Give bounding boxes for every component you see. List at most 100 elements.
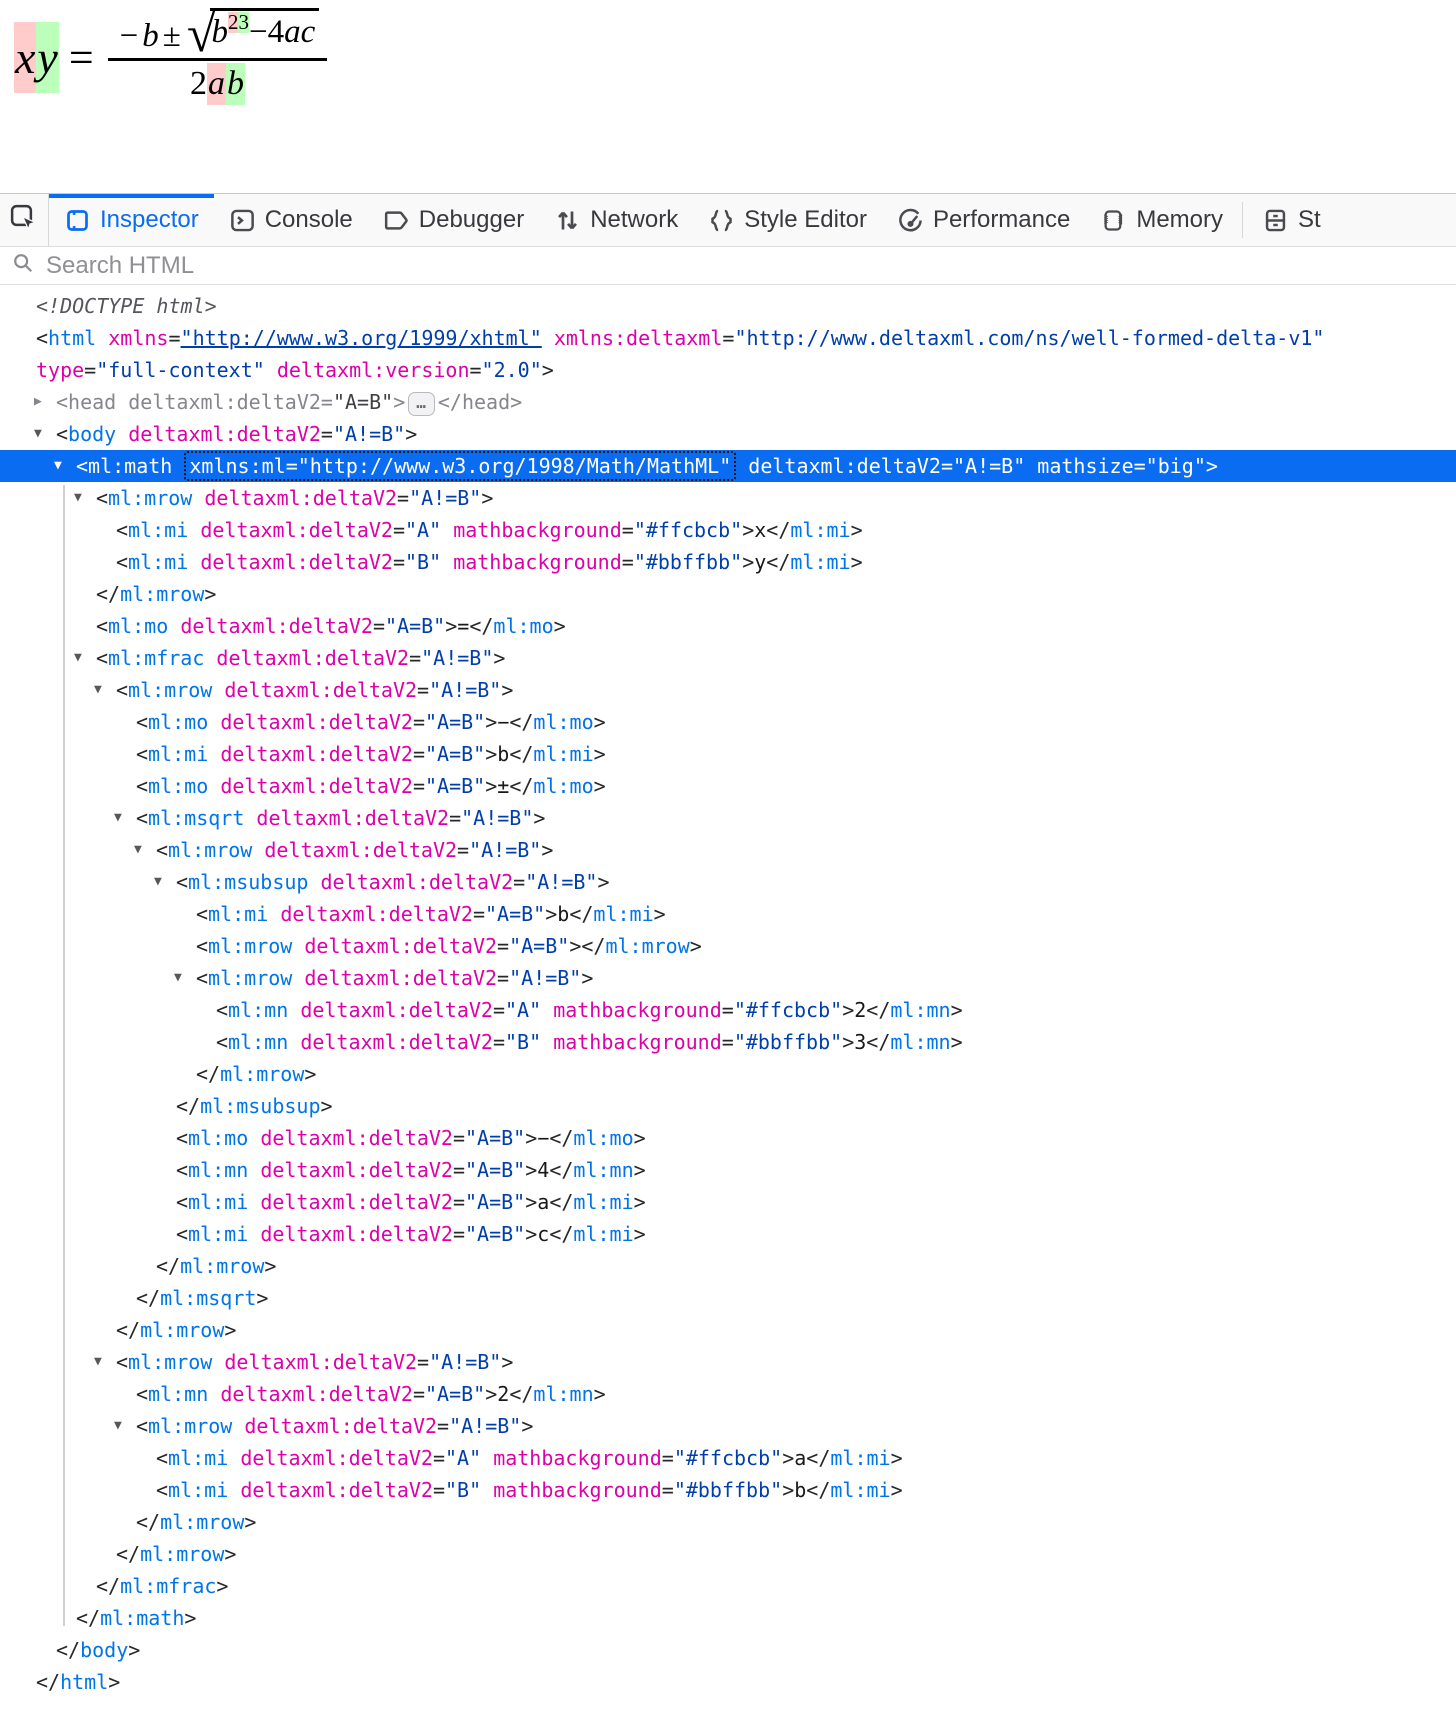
- markup-row[interactable]: </ml:msubsup>: [0, 1090, 1456, 1122]
- node-picker-button[interactable]: [0, 194, 49, 246]
- attribute[interactable]: deltaxml:deltaV2="A=B": [220, 1382, 485, 1406]
- attribute[interactable]: xmlns="http://www.w3.org/1999/xhtml": [108, 326, 542, 350]
- markup-row[interactable]: ▶<head deltaxml:deltaV2="A=B">…</head>: [0, 386, 1456, 418]
- tab-inspector[interactable]: Inspector: [49, 194, 214, 246]
- markup-row[interactable]: <ml:mn deltaxml:deltaV2="A=B">2</ml:mn>: [0, 1378, 1456, 1410]
- attribute[interactable]: deltaxml:deltaV2="A!=B": [321, 870, 598, 894]
- markup-row[interactable]: ▼<ml:mrow deltaxml:deltaV2="A!=B">: [0, 674, 1456, 706]
- markup-row[interactable]: <ml:mi deltaxml:deltaV2="B" mathbackgrou…: [0, 546, 1456, 578]
- markup-row[interactable]: ▼<body deltaxml:deltaV2="A!=B">: [0, 418, 1456, 450]
- tab-console[interactable]: Console: [214, 194, 368, 246]
- markup-row[interactable]: </ml:mrow>: [0, 1250, 1456, 1282]
- markup-row[interactable]: </ml:mrow>: [0, 1314, 1456, 1346]
- text-node[interactable]: −: [497, 710, 509, 734]
- attribute[interactable]: deltaxml:deltaV2="A=B": [260, 1190, 525, 1214]
- twisty-icon[interactable]: ▼: [174, 962, 196, 994]
- highlighted-attribute-box[interactable]: xmlns:ml="http://www.w3.org/1998/Math/Ma…: [184, 451, 736, 481]
- attribute[interactable]: deltaxml:version="2.0": [277, 358, 542, 382]
- markup-row[interactable]: </ml:mrow>: [0, 1538, 1456, 1570]
- text-node[interactable]: b: [557, 902, 569, 926]
- tab-storage[interactable]: St: [1247, 194, 1336, 246]
- markup-row[interactable]: ▼<ml:mrow deltaxml:deltaV2="A!=B">: [0, 482, 1456, 514]
- text-node[interactable]: −: [537, 1126, 549, 1150]
- markup-row[interactable]: ▼<ml:mrow deltaxml:deltaV2="A!=B">: [0, 1410, 1456, 1442]
- markup-row[interactable]: </ml:mfrac>: [0, 1570, 1456, 1602]
- markup-row[interactable]: <ml:mo deltaxml:deltaV2="A=B">−</ml:mo>: [0, 1122, 1456, 1154]
- markup-row[interactable]: </body>: [0, 1634, 1456, 1666]
- attribute[interactable]: deltaxml:deltaV2="A!=B": [128, 422, 405, 446]
- attribute[interactable]: deltaxml:deltaV2="A!=B": [304, 966, 581, 990]
- attribute[interactable]: deltaxml:deltaV2="A=B": [220, 774, 485, 798]
- text-node[interactable]: c: [537, 1222, 549, 1246]
- attribute[interactable]: deltaxml:deltaV2="A!=B": [748, 454, 1025, 478]
- markup-row[interactable]: <ml:mo deltaxml:deltaV2="A=B">=</ml:mo>: [0, 610, 1456, 642]
- tab-network[interactable]: Network: [539, 194, 693, 246]
- text-node[interactable]: 3: [854, 1030, 866, 1054]
- markup-row[interactable]: </ml:mrow>: [0, 578, 1456, 610]
- attribute[interactable]: deltaxml:deltaV2="A!=B": [224, 678, 501, 702]
- twisty-icon[interactable]: ▼: [54, 450, 76, 482]
- tab-memory[interactable]: Memory: [1085, 194, 1238, 246]
- twisty-icon[interactable]: ▼: [74, 482, 96, 514]
- twisty-icon[interactable]: ▼: [114, 1410, 136, 1442]
- twisty-icon[interactable]: ▼: [134, 834, 156, 866]
- text-node[interactable]: 2: [854, 998, 866, 1022]
- markup-row[interactable]: ▼<ml:mfrac deltaxml:deltaV2="A!=B">: [0, 642, 1456, 674]
- attribute[interactable]: deltaxml:deltaV2="A!=B": [216, 646, 493, 670]
- attribute[interactable]: type="full-context": [36, 358, 265, 382]
- attribute[interactable]: deltaxml:deltaV2="B": [240, 1478, 481, 1502]
- text-node[interactable]: 2: [497, 1382, 509, 1406]
- attribute[interactable]: deltaxml:deltaV2="A=B": [180, 614, 445, 638]
- markup-row[interactable]: </ml:mrow>: [0, 1058, 1456, 1090]
- text-node[interactable]: y: [754, 550, 766, 574]
- markup-row[interactable]: ▼<ml:mrow deltaxml:deltaV2="A!=B">: [0, 962, 1456, 994]
- attribute[interactable]: deltaxml:deltaV2="A=B": [280, 902, 545, 926]
- markup-row[interactable]: type="full-context" deltaxml:version="2.…: [0, 354, 1456, 386]
- attribute[interactable]: mathbackground="#bbffbb": [453, 550, 742, 574]
- tab-performance[interactable]: Performance: [882, 194, 1085, 246]
- markup-row[interactable]: <!DOCTYPE html>: [0, 290, 1456, 322]
- search-html-input[interactable]: [44, 251, 1444, 281]
- text-node[interactable]: a: [537, 1190, 549, 1214]
- markup-row[interactable]: ▼<ml:msqrt deltaxml:deltaV2="A!=B">: [0, 802, 1456, 834]
- attribute[interactable]: mathbackground="#bbffbb": [553, 1030, 842, 1054]
- text-node[interactable]: =: [457, 614, 469, 638]
- attribute[interactable]: xmlns:ml="http://www.w3.org/1998/Math/Ma…: [189, 454, 731, 478]
- twisty-icon[interactable]: ▼: [114, 802, 136, 834]
- attribute[interactable]: deltaxml:deltaV2="A": [300, 998, 541, 1022]
- markup-row[interactable]: <ml:mi deltaxml:deltaV2="A" mathbackgrou…: [0, 514, 1456, 546]
- markup-row[interactable]: <html xmlns="http://www.w3.org/1999/xhtm…: [0, 322, 1456, 354]
- twisty-icon[interactable]: ▼: [74, 642, 96, 674]
- markup-row[interactable]: <ml:mrow deltaxml:deltaV2="A=B"></ml:mro…: [0, 930, 1456, 962]
- attribute[interactable]: deltaxml:deltaV2="A!=B": [256, 806, 533, 830]
- attribute[interactable]: deltaxml:deltaV2="A=B": [220, 742, 485, 766]
- text-node[interactable]: b: [497, 742, 509, 766]
- markup-row[interactable]: </html>: [0, 1666, 1456, 1698]
- markup-row[interactable]: ▼<ml:mrow deltaxml:deltaV2="A!=B">: [0, 1346, 1456, 1378]
- markup-row[interactable]: <ml:mi deltaxml:deltaV2="A=B">b</ml:mi>: [0, 738, 1456, 770]
- attribute[interactable]: deltaxml:deltaV2="A!=B": [264, 838, 541, 862]
- collapsed-ellipsis-badge[interactable]: …: [408, 392, 435, 416]
- markup-row[interactable]: ▼<ml:mrow deltaxml:deltaV2="A!=B">: [0, 834, 1456, 866]
- markup-row[interactable]: </ml:mrow>: [0, 1506, 1456, 1538]
- markup-row[interactable]: <ml:mn deltaxml:deltaV2="A" mathbackgrou…: [0, 994, 1456, 1026]
- attribute[interactable]: deltaxml:deltaV2="A=B": [260, 1222, 525, 1246]
- text-node[interactable]: x: [754, 518, 766, 542]
- twisty-icon[interactable]: ▶: [34, 386, 56, 418]
- twisty-icon[interactable]: ▼: [34, 418, 56, 450]
- text-node[interactable]: 4: [537, 1158, 549, 1182]
- tab-style-editor[interactable]: Style Editor: [693, 194, 882, 246]
- attribute[interactable]: deltaxml:deltaV2="A=B": [260, 1126, 525, 1150]
- attribute[interactable]: deltaxml:deltaV2="A!=B": [224, 1350, 501, 1374]
- markup-row[interactable]: ▼<ml:math xmlns:ml="http://www.w3.org/19…: [0, 450, 1456, 482]
- markup-row[interactable]: </ml:math>: [0, 1602, 1456, 1634]
- attribute[interactable]: xmlns:deltaxml="http://www.deltaxml.com/…: [554, 326, 1325, 350]
- attribute[interactable]: deltaxml:deltaV2="A": [240, 1446, 481, 1470]
- attribute[interactable]: mathbackground="#ffcbcb": [453, 518, 742, 542]
- markup-row[interactable]: </ml:msqrt>: [0, 1282, 1456, 1314]
- markup-row[interactable]: <ml:mn deltaxml:deltaV2="A=B">4</ml:mn>: [0, 1154, 1456, 1186]
- markup-row[interactable]: <ml:mi deltaxml:deltaV2="A=B">c</ml:mi>: [0, 1218, 1456, 1250]
- attribute[interactable]: deltaxml:deltaV2="A!=B": [204, 486, 481, 510]
- markup-row[interactable]: ▼<ml:msubsup deltaxml:deltaV2="A!=B">: [0, 866, 1456, 898]
- attribute[interactable]: deltaxml:deltaV2="A!=B": [244, 1414, 521, 1438]
